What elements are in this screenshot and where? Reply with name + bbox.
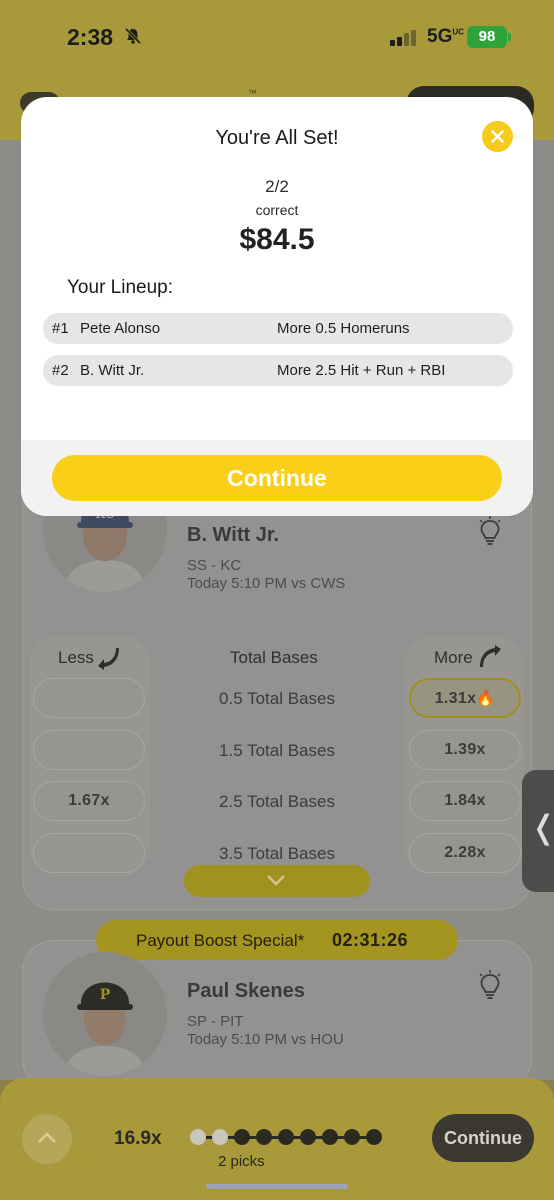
payout-amount: $84.5 xyxy=(239,223,315,256)
lineup-pick: More 0.5 Homeruns xyxy=(277,320,410,337)
svg-text:P: P xyxy=(100,987,111,1003)
lineup-rank: #2 xyxy=(52,362,69,379)
stat-title: Total Bases xyxy=(230,648,318,667)
pick-dot-empty xyxy=(256,1129,272,1145)
lightbulb-icon[interactable] xyxy=(477,516,503,548)
score-caption: correct xyxy=(255,202,299,218)
boost-label: Payout Boost Special* xyxy=(136,931,305,950)
pick-dot-empty xyxy=(234,1129,250,1145)
game-time: Today 5:10 PM vs HOU xyxy=(187,1031,344,1048)
player-name: B. Witt Jr. xyxy=(187,524,280,546)
line-label: 1.5 Total Bases xyxy=(219,741,335,760)
pick-dot-filled xyxy=(212,1129,228,1145)
less-pick-button[interactable] xyxy=(33,678,145,718)
pick-dot-empty xyxy=(322,1129,338,1145)
pick-progress xyxy=(190,1129,386,1145)
line-label: 2.5 Total Bases xyxy=(219,792,335,811)
continue-button[interactable]: Continue xyxy=(52,455,502,501)
close-button[interactable] xyxy=(482,121,513,152)
more-header: More xyxy=(434,648,473,667)
player-name: Paul Skenes xyxy=(187,980,305,1002)
status-time: 2:38 xyxy=(67,24,114,50)
less-header: Less xyxy=(58,648,94,667)
pick-dot-empty xyxy=(366,1129,382,1145)
lineup-row: #2 B. Witt Jr. More 2.5 Hit + Run + RBI xyxy=(43,355,513,386)
signal-icon xyxy=(390,30,416,46)
network-label: 5GUC xyxy=(427,26,464,47)
lineup-pick: More 2.5 Hit + Run + RBI xyxy=(277,362,446,379)
lineup-result-modal: You're All Set! 2/2 correct $84.5 Your L… xyxy=(21,97,533,516)
line-label: 3.5 Total Bases xyxy=(219,844,335,863)
less-pick-button[interactable] xyxy=(33,833,145,873)
more-pick-button[interactable]: 2.28x xyxy=(409,833,521,873)
player-position: SP - PIT xyxy=(187,1013,244,1030)
boost-timer: 02:31:26 xyxy=(332,930,409,950)
more-pick-button[interactable]: 1.84x xyxy=(409,781,521,821)
arrow-down-left-icon xyxy=(98,648,119,670)
lineup-continue-button[interactable]: Continue xyxy=(432,1114,534,1162)
player-position: SS - KC xyxy=(187,557,242,574)
pick-dot-empty xyxy=(300,1129,316,1145)
more-pick-button-selected[interactable]: 1.31x🔥 xyxy=(409,678,521,718)
lineup-player: B. Witt Jr. xyxy=(80,362,145,379)
lightbulb-icon[interactable] xyxy=(477,970,503,1002)
less-pick-button[interactable]: 1.67x xyxy=(33,781,145,821)
more-pick-button[interactable]: 1.39x xyxy=(409,730,521,770)
modal-title: You're All Set! xyxy=(215,127,339,149)
score-fraction: 2/2 xyxy=(265,177,289,196)
fire-icon: 🔥 xyxy=(476,690,496,707)
home-indicator xyxy=(206,1184,348,1189)
lineup-heading: Your Lineup: xyxy=(67,277,174,298)
silent-bell-icon xyxy=(124,27,142,45)
side-drawer-tab[interactable]: ❬ xyxy=(522,770,554,892)
arrow-up-right-icon xyxy=(480,645,501,667)
lineup-player: Pete Alonso xyxy=(80,320,161,337)
expand-lines-button[interactable] xyxy=(184,865,370,897)
lineup-rank: #1 xyxy=(52,320,69,337)
chevron-left-icon: ❬ xyxy=(530,808,554,846)
pick-dot-empty xyxy=(344,1129,360,1145)
battery-icon: 98 xyxy=(467,26,507,48)
chevron-up-icon xyxy=(38,1132,56,1143)
battery-tip xyxy=(508,33,511,41)
pick-dot-empty xyxy=(278,1129,294,1145)
pick-dot-filled xyxy=(190,1129,206,1145)
player-avatar: P xyxy=(43,952,167,1076)
picks-count: 2 picks xyxy=(218,1153,265,1170)
close-icon xyxy=(491,130,504,143)
expand-lineup-button[interactable] xyxy=(22,1114,72,1164)
lineup-row: #1 Pete Alonso More 0.5 Homeruns xyxy=(43,313,513,344)
game-time: Today 5:10 PM vs CWS xyxy=(187,575,346,592)
less-pick-button[interactable] xyxy=(33,730,145,770)
line-label: 0.5 Total Bases xyxy=(219,689,335,708)
payout-boost-banner[interactable]: Payout Boost Special* 02:31:26 xyxy=(96,920,458,960)
payout-multiplier: 16.9x xyxy=(114,1128,162,1149)
chevron-down-icon xyxy=(267,875,285,886)
